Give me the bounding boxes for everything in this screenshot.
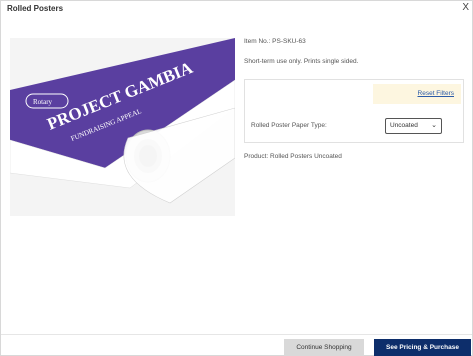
rolled-poster-illustration: Rotary PROJECT GAMBIA FUNDRAISING APPEAL (10, 38, 235, 216)
product-description: Short-term use only. Prints single sided… (244, 58, 359, 65)
product-summary: Product: Rolled Posters Uncoated (244, 153, 342, 160)
modal-titlebar: Rolled Posters X (1, 1, 472, 17)
continue-shopping-button[interactable]: Continue Shopping (284, 339, 364, 356)
footer-divider (1, 334, 472, 335)
product-image: Rotary PROJECT GAMBIA FUNDRAISING APPEAL (10, 38, 235, 216)
item-number: Item No.: PS-SKU-63 (244, 38, 306, 45)
chevron-down-icon: ⌄ (431, 122, 437, 129)
product-details: Item No.: PS-SKU-63 Short-term use only.… (244, 38, 466, 65)
product-modal: Rolled Posters X Rotary PROJECT GAMBIA F… (0, 0, 473, 356)
paper-type-select[interactable]: Uncoated ⌄ (385, 118, 442, 134)
filter-panel: Reset Filters Rolled Poster Paper Type: … (244, 79, 464, 143)
poster-logo-text: Rotary (33, 98, 53, 106)
reset-filters-bar: Reset Filters (373, 84, 461, 104)
modal-title: Rolled Posters (7, 4, 64, 13)
reset-filters-link[interactable]: Reset Filters (418, 90, 454, 97)
paper-type-value: Uncoated (390, 122, 418, 129)
see-pricing-purchase-button[interactable]: See Pricing & Purchase (374, 339, 471, 356)
paper-type-label: Rolled Poster Paper Type: (251, 122, 327, 129)
close-icon[interactable]: X (462, 3, 469, 13)
